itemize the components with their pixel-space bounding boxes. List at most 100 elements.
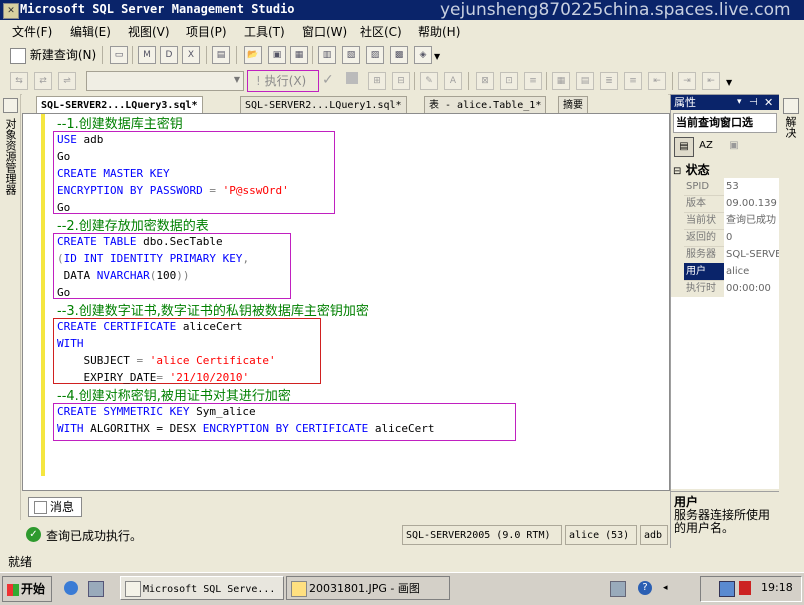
tab-query1[interactable]: SQL-SERVER2...LQuery1.sql* — [240, 96, 407, 114]
change-connection-icon[interactable]: ⇌ — [58, 72, 76, 90]
property-row[interactable]: 版本 09.00.139 — [684, 195, 781, 213]
tab-messages[interactable]: 消息 — [28, 497, 82, 517]
query-status-bar: ✓ 查询已成功执行。 SQL-SERVER2005 (9.0 RTM) alic… — [22, 523, 668, 547]
connect-icon[interactable]: ⇆ — [10, 72, 28, 90]
disconnect-icon[interactable]: ⇄ — [34, 72, 52, 90]
tab-summary[interactable]: 摘要 — [558, 96, 588, 114]
ie-icon[interactable] — [64, 581, 78, 595]
pin-icon[interactable]: ⊣ — [749, 95, 758, 110]
comment-out-icon[interactable]: ≣ — [600, 72, 618, 90]
network-icon[interactable] — [610, 581, 626, 597]
toolbar-overflow-icon[interactable]: ▼ — [434, 52, 440, 61]
parse-icon[interactable]: ✓ — [322, 72, 334, 88]
new-file-icon[interactable]: ▭ — [110, 46, 128, 64]
toolbox-icon[interactable]: ◈ — [414, 46, 432, 64]
object-explorer-strip[interactable]: 对象资源管理器 — [0, 94, 21, 520]
property-grid-empty — [671, 297, 779, 489]
property-pages-icon[interactable]: ▣ — [725, 137, 743, 155]
object-explorer-icon — [3, 98, 18, 113]
include-plan-icon[interactable]: ⊠ — [476, 72, 494, 90]
registered-servers-icon[interactable]: ▥ — [318, 46, 336, 64]
xmla-query-icon[interactable]: X — [182, 46, 200, 64]
property-row-selected[interactable]: 用户 alice — [684, 263, 781, 281]
tab-table[interactable]: 表 - alice.Table_1* — [424, 96, 547, 114]
property-row[interactable]: SPID 53 — [684, 178, 781, 196]
categorized-icon[interactable]: ▤ — [674, 137, 694, 157]
menu-community[interactable]: 社区(C) — [360, 23, 402, 40]
task-ssms[interactable]: Microsoft SQL Serve... — [120, 576, 284, 600]
decrease-indent-icon[interactable]: ⇤ — [648, 72, 666, 90]
client-stats-icon[interactable]: ⊡ — [500, 72, 518, 90]
display-icon[interactable] — [719, 581, 735, 597]
mdx-query-icon[interactable]: M — [138, 46, 156, 64]
dmx-query-icon[interactable]: D — [160, 46, 178, 64]
property-row[interactable]: 服务器 SQL-SERVE — [684, 246, 781, 264]
properties-icon[interactable]: ▩ — [390, 46, 408, 64]
code-line: USE adb — [57, 133, 103, 146]
unindent-icon[interactable]: ⇤ — [702, 72, 720, 90]
task-paint[interactable]: 20031801.JPG - 画图 — [286, 576, 450, 600]
separator — [206, 46, 207, 64]
menu-project[interactable]: 项目(P) — [186, 23, 227, 40]
property-row[interactable]: 执行时 00:00:00 — [684, 280, 781, 298]
database-select[interactable]: ▼ — [86, 71, 244, 91]
menu-help[interactable]: 帮助(H) — [418, 23, 460, 40]
specify-values-icon[interactable]: ✎ — [420, 72, 438, 90]
show-desktop-icon[interactable] — [88, 581, 104, 597]
property-row[interactable]: 返回的 0 — [684, 229, 781, 247]
alphabetical-icon[interactable]: AZ — [697, 137, 715, 155]
results-to-grid-icon[interactable]: ▦ — [552, 72, 570, 90]
security-icon[interactable] — [739, 581, 751, 595]
menu-window[interactable]: 窗口(W) — [302, 23, 347, 40]
query-designer-icon[interactable]: ⊟ — [392, 72, 410, 90]
status-message: 查询已成功执行。 — [46, 529, 143, 543]
section-header[interactable]: ⊟ 状态 — [673, 161, 710, 178]
property-name: 版本 — [686, 198, 706, 209]
chevron-left-icon[interactable]: ◂ — [663, 583, 668, 593]
cancel-query-icon[interactable] — [346, 72, 358, 84]
dropdown-arrow-icon[interactable]: ▾ — [737, 95, 742, 110]
tab-query3[interactable]: SQL-SERVER2...LQuery3.sql* — [36, 96, 203, 114]
ssms-icon — [125, 581, 141, 597]
results-to-file-icon[interactable]: ▤ — [576, 72, 594, 90]
new-query-icon — [10, 47, 26, 64]
code-line: SUBJECT = 'alice Certificate' — [57, 354, 275, 367]
new-query-button[interactable]: 新建查询(N) — [10, 45, 96, 65]
property-value: 0 — [724, 229, 781, 246]
object-select[interactable]: 当前查询窗口选 — [673, 113, 777, 133]
identifier: Sym_alice — [189, 405, 256, 418]
property-row[interactable]: 当前状 查询已成功 — [684, 212, 781, 230]
sql-editor[interactable]: --1.创建数据库主密钥 USE adb Go CREATE MASTER KE… — [22, 113, 670, 491]
start-button[interactable]: 开始 — [2, 576, 52, 602]
collapse-icon: ⊟ — [673, 166, 682, 177]
open-folder-icon[interactable]: 📂 — [244, 46, 262, 64]
increase-indent-icon[interactable]: ⇥ — [678, 72, 696, 90]
toolbar-overflow-icon[interactable]: ▼ — [726, 78, 732, 87]
close-icon[interactable]: ✕ — [764, 95, 773, 110]
menu-tools[interactable]: 工具(T) — [244, 23, 285, 40]
messages-icon — [34, 501, 47, 514]
uncomment-icon[interactable]: ≡ — [624, 72, 642, 90]
object-explorer-icon[interactable]: ▧ — [342, 46, 360, 64]
save-icon[interactable]: ▣ — [268, 46, 286, 64]
property-name: 服务器 — [686, 249, 716, 260]
results-to-text-icon[interactable]: ≡ — [524, 72, 542, 90]
template-explorer-icon[interactable]: ▨ — [366, 46, 384, 64]
display-plan-icon[interactable]: ⊞ — [368, 72, 386, 90]
separator — [468, 72, 469, 90]
help-icon[interactable]: ? — [638, 581, 652, 595]
execute-button[interactable]: ! 执行(X) — [247, 70, 319, 92]
save-all-icon[interactable]: ▦ — [290, 46, 308, 64]
intellisense-icon[interactable]: A — [444, 72, 462, 90]
identifier: ALGORITHX = DESX — [83, 422, 203, 435]
code-line: CREATE TABLE dbo.SecTable — [57, 235, 223, 248]
solution-explorer-strip[interactable]: 解决 — [779, 94, 804, 548]
menu-edit[interactable]: 编辑(E) — [70, 23, 111, 40]
menu-file[interactable]: 文件(F) — [12, 23, 52, 40]
property-value: 09.00.139 — [724, 195, 781, 212]
new-project-icon[interactable]: ▤ — [212, 46, 230, 64]
keyword: CREATE SYMMETRIC KEY — [57, 405, 190, 418]
property-name: 执行时 — [686, 283, 716, 294]
solution-explorer-label: 解决 — [784, 116, 797, 138]
menu-view[interactable]: 视图(V) — [128, 23, 170, 40]
